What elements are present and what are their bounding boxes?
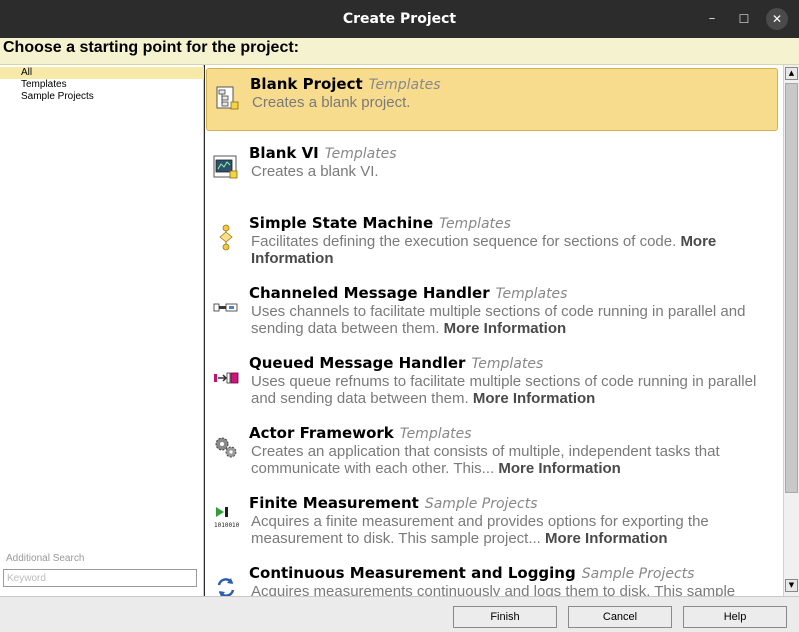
keyword-input[interactable] [3,569,197,587]
list-item-queued-message-handler[interactable]: Queued Message Handler Templates Uses que… [206,348,778,411]
item-tag: Templates [471,356,544,372]
item-tag: Templates [324,146,397,162]
item-tag: Templates [439,216,511,232]
list-item-blank-vi[interactable]: Blank VI Templates Creates a blank VI. [206,138,778,201]
list-item-finite-measurement[interactable]: 1010010 Finite Measurement Sample Project… [206,488,778,551]
header-bar: Choose a starting point for the project: [0,38,799,65]
template-list: Blank Project Templates Creates a blank p… [205,65,783,596]
channel-icon [212,293,240,321]
item-name: Actor Framework [249,424,394,442]
continuous-measurement-icon [212,573,240,596]
gears-icon [212,433,240,461]
item-tag: Templates [368,77,441,93]
state-machine-icon [212,223,240,251]
header-prompt: Choose a starting point for the project: [3,39,300,56]
list-item-blank-project[interactable]: Blank Project Templates Creates a blank p… [206,68,778,131]
button-bar: Finish Cancel Help [0,596,799,632]
item-description: Acquires measurements continuously and l… [251,583,736,596]
category-all[interactable]: All [0,67,204,79]
item-tag: Sample Projects [424,496,538,512]
item-name: Blank VI [249,144,319,162]
finite-measurement-icon: 1010010 [212,503,240,531]
item-tag: Templates [495,286,568,302]
item-description: Uses channels to facilitate multiple sec… [251,303,746,337]
list-item-actor-framework[interactable]: Actor Framework Templates Creates an appl… [206,418,778,481]
item-description: Uses queue refnums to facilitate multipl… [251,373,757,407]
scroll-up-arrow-icon[interactable]: ▲ [785,67,798,80]
item-description: Creates an application that consists of … [251,443,720,477]
item-name: Simple State Machine [249,214,434,232]
more-information-link[interactable]: More Information [444,320,567,337]
item-description: Acquires a finite measurement and provid… [251,513,709,547]
item-description: Creates a blank VI. [251,163,379,180]
queue-icon [212,363,240,391]
category-templates[interactable]: Templates [0,79,204,91]
vi-icon [212,153,240,181]
title-bar: Create Project – ☐ ✕ [0,0,799,38]
item-tag: Templates [399,426,472,442]
category-pane: All Templates Sample Projects Additional… [0,65,204,596]
item-description: Facilitates defining the execution seque… [251,233,717,267]
finish-button[interactable]: Finish [453,606,557,628]
list-item-continuous-measurement-and-logging[interactable]: Continuous Measurement and Logging Sample… [206,558,778,596]
project-icon [213,84,241,112]
vertical-scrollbar[interactable]: ▲ ▼ [783,65,799,596]
item-name: Finite Measurement [249,494,419,512]
item-description: Creates a blank project. [252,94,411,111]
more-information-link[interactable]: More Information [498,460,621,477]
cancel-button[interactable]: Cancel [568,606,672,628]
close-button[interactable]: ✕ [766,8,788,30]
list-item-simple-state-machine[interactable]: Simple State Machine Templates Facilitate… [206,208,778,271]
item-name: Continuous Measurement and Logging [249,564,576,582]
more-information-link[interactable]: More Information [473,390,596,407]
minimize-button[interactable]: – [701,8,723,30]
category-sample-projects[interactable]: Sample Projects [0,91,204,103]
additional-search-label: Additional Search [6,553,85,564]
maximize-button[interactable]: ☐ [733,8,755,30]
scroll-thumb[interactable] [785,83,798,493]
more-information-link[interactable]: More Information [545,530,668,547]
item-name: Blank Project [250,75,363,93]
window-title: Create Project [342,11,457,27]
help-button[interactable]: Help [683,606,787,628]
item-name: Queued Message Handler [249,354,466,372]
item-name: Channeled Message Handler [249,284,490,302]
item-tag: Sample Projects [581,566,695,582]
list-item-channeled-message-handler[interactable]: Channeled Message Handler Templates Uses … [206,278,778,341]
svg-text:1010010: 1010010 [214,522,240,529]
scroll-down-arrow-icon[interactable]: ▼ [785,579,798,592]
